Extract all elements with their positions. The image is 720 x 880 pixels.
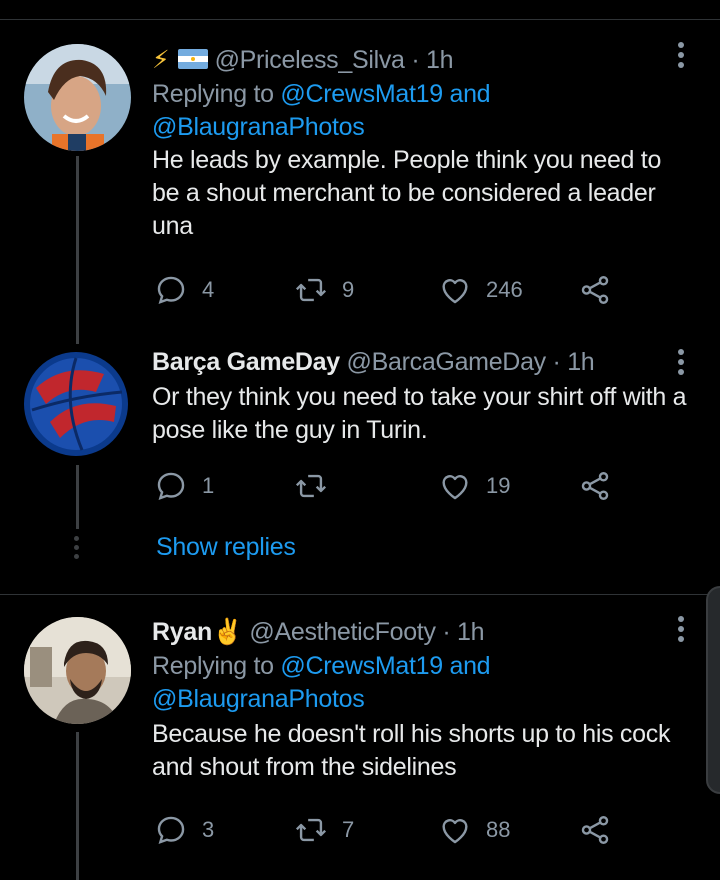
retweet-count: 9	[342, 277, 355, 302]
author-handle[interactable]: @Priceless_Silva	[215, 46, 405, 74]
like-button[interactable]: 19	[438, 466, 510, 506]
tweet-divider	[0, 594, 720, 595]
author-name[interactable]: Barça GameDay	[152, 348, 340, 376]
reply-icon	[157, 472, 185, 500]
timestamp[interactable]: 1h	[457, 618, 485, 646]
separator-dot: ·	[435, 618, 457, 646]
reply-button[interactable]: 1	[154, 466, 214, 506]
separator-dot: ·	[404, 46, 426, 74]
retweet-icon	[295, 474, 327, 498]
author-handle[interactable]: @AestheticFooty	[249, 618, 436, 646]
retweet-button[interactable]	[294, 466, 342, 506]
thread-line	[76, 732, 79, 880]
replying-to: Replying to @CrewsMat19 and @BlaugranaPh…	[152, 80, 491, 141]
top-divider	[0, 19, 720, 20]
separator-dot: ·	[545, 348, 568, 376]
share-button[interactable]	[578, 270, 612, 310]
replying-to: Replying to @CrewsMat19 and @BlaugranaPh…	[152, 652, 491, 713]
tweet-text: Or they think you need to take your shir…	[152, 383, 687, 444]
thread-continuation-dots	[74, 536, 80, 563]
tweet-actions: 1 19	[152, 466, 632, 506]
heart-icon	[442, 475, 468, 500]
reply-button[interactable]: 3	[154, 810, 214, 850]
like-button[interactable]: 246	[438, 270, 523, 310]
mention-link[interactable]: @BlaugranaPhotos	[152, 685, 365, 713]
heart-icon	[442, 279, 468, 304]
like-count: 88	[486, 817, 511, 842]
like-count: 246	[486, 277, 523, 302]
reply-icon	[157, 276, 185, 304]
share-button[interactable]	[578, 466, 612, 506]
thread-line	[76, 156, 79, 344]
avatar[interactable]	[24, 352, 128, 456]
tweet-text: He leads by example. People think you ne…	[152, 146, 662, 240]
share-icon	[581, 276, 609, 304]
mention-link[interactable]: @BlaugranaPhotos	[152, 113, 365, 141]
victory-hand-emoji: ✌️	[211, 618, 243, 646]
argentina-flag-icon	[177, 49, 208, 69]
reply-button[interactable]: 4	[154, 270, 214, 310]
share-icon	[581, 472, 609, 500]
timestamp[interactable]: 1h	[567, 348, 595, 376]
share-icon	[581, 816, 609, 844]
mention-link[interactable]: @CrewsMat19	[280, 652, 443, 680]
reply-icon	[157, 816, 185, 844]
timestamp[interactable]: 1h	[426, 46, 454, 74]
tweet-actions: 4 9 246	[152, 270, 632, 310]
retweet-count: 7	[342, 817, 355, 842]
more-options-icon[interactable]	[678, 42, 686, 70]
tweet-text: Because he doesn't roll his shorts up to…	[152, 720, 671, 781]
retweet-icon	[295, 278, 327, 302]
retweet-icon	[295, 818, 327, 842]
more-options-icon[interactable]	[678, 616, 686, 644]
avatar[interactable]	[24, 617, 131, 724]
reply-count: 4	[202, 277, 215, 302]
reply-count: 1	[202, 473, 215, 498]
author-handle[interactable]: @BarcaGameDay	[347, 348, 547, 376]
thread-line	[76, 465, 79, 529]
tweet-actions: 3 7 88	[152, 810, 632, 850]
retweet-button[interactable]: 9	[294, 270, 354, 310]
lightning-emoji: ⚡	[152, 46, 170, 74]
more-options-icon[interactable]	[678, 349, 686, 377]
heart-icon	[442, 819, 468, 844]
reply-count: 3	[202, 817, 215, 842]
share-button[interactable]	[578, 810, 612, 850]
mention-link[interactable]: @CrewsMat19	[280, 80, 443, 108]
like-count: 19	[486, 473, 511, 498]
avatar[interactable]	[24, 44, 131, 151]
show-replies-link[interactable]: Show replies	[156, 533, 296, 562]
author-name[interactable]: Ryan	[152, 618, 212, 646]
retweet-button[interactable]: 7	[294, 810, 354, 850]
like-button[interactable]: 88	[438, 810, 510, 850]
scrollbar-handle[interactable]	[706, 586, 720, 794]
